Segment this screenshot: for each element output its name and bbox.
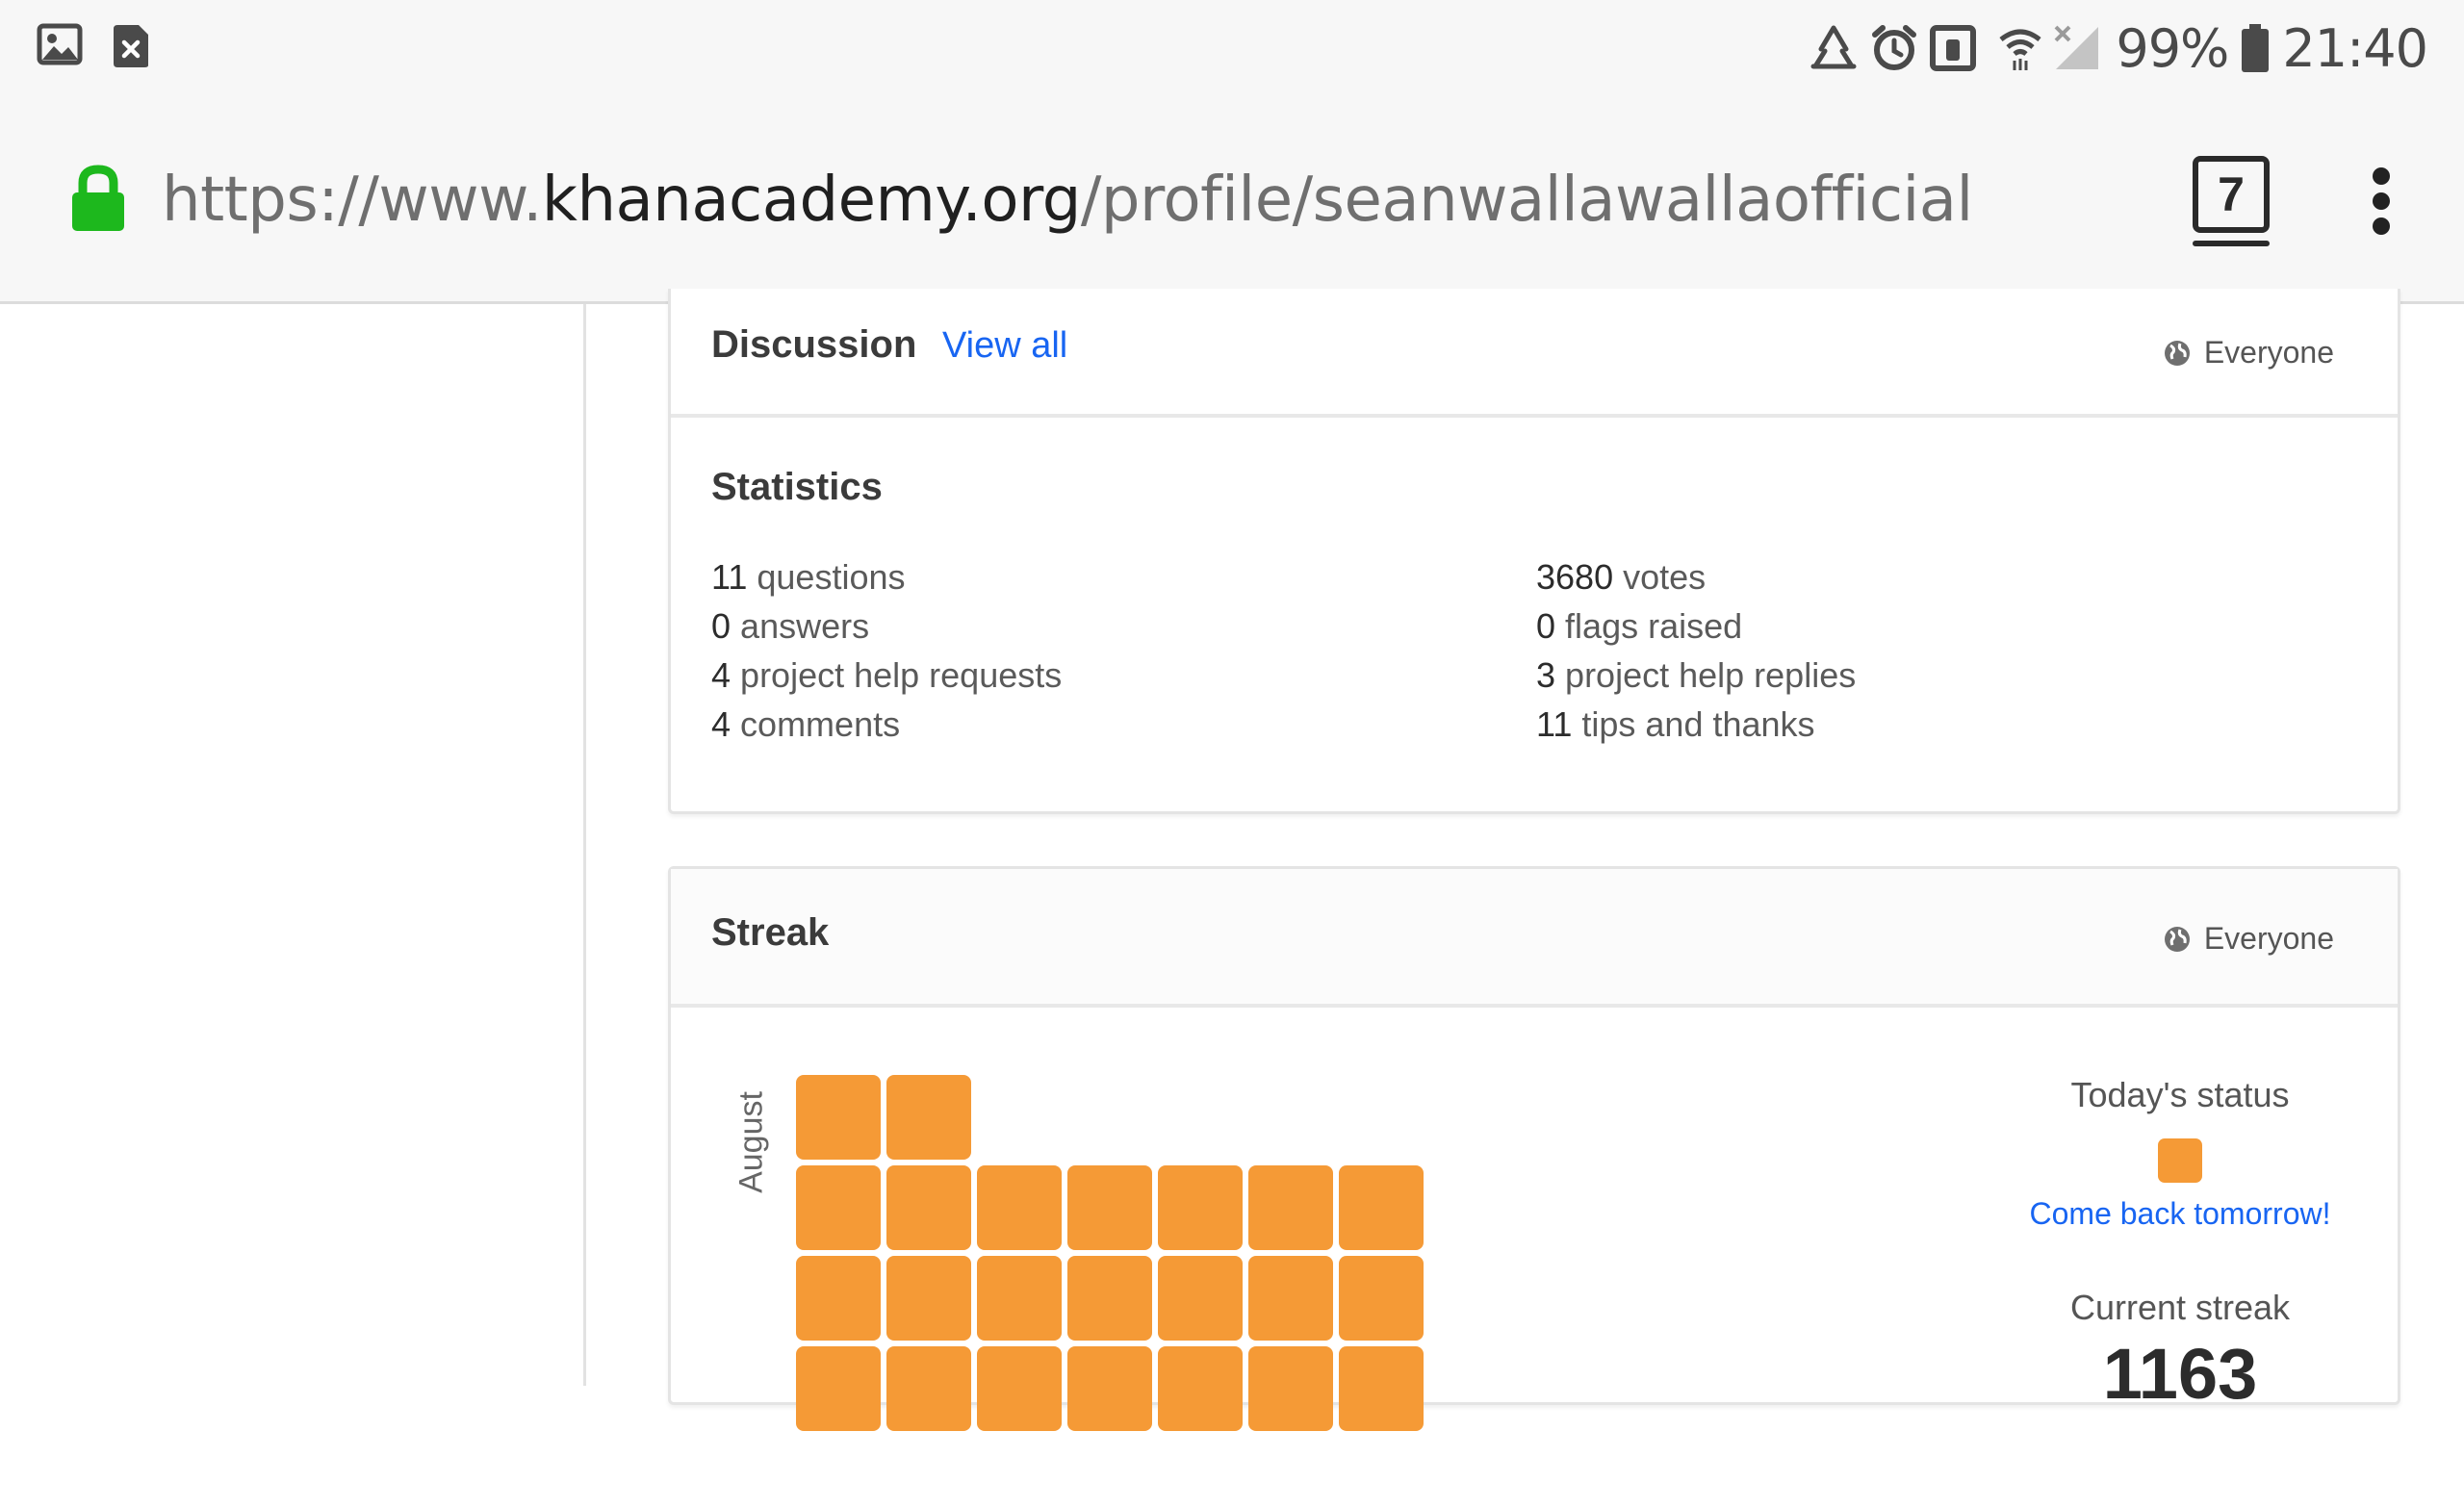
statistics-right-column: 3680 votes 0 flags raised 3 project help… <box>1536 552 1856 749</box>
streak-title: Streak <box>711 911 830 954</box>
stat-item: 4 comments <box>711 704 901 744</box>
discussion-header: Discussion View all Everyone <box>671 289 2398 418</box>
streak-calendar <box>796 1075 1431 1508</box>
streak-day-cell <box>886 1346 971 1431</box>
privacy-label: Everyone <box>2203 335 2334 370</box>
streak-day-cell <box>1158 1165 1243 1250</box>
privacy-label: Everyone <box>2203 921 2334 956</box>
stat-item: 4 project help requests <box>711 655 1063 695</box>
address-bar: https://www.khanacademy.org/profile/sean… <box>0 96 2464 304</box>
stat-item: 3 project help replies <box>1536 655 1857 695</box>
stat-item: 11 questions <box>711 557 906 597</box>
signal-icon <box>2052 23 2102 73</box>
streak-day-cell <box>977 1346 1062 1431</box>
streak-day-cell <box>1248 1346 1333 1431</box>
clock: 21:40 <box>2282 17 2428 79</box>
today-status: Today's status Come back tomorrow! Curre… <box>2026 1075 2334 1413</box>
menu-dot-icon <box>2373 167 2390 185</box>
menu-dot-icon <box>2373 217 2390 235</box>
battery-percent: 99% <box>2116 17 2229 79</box>
come-back-link[interactable]: Come back tomorrow! <box>2026 1196 2334 1232</box>
alarm-icon <box>1869 23 1919 73</box>
status-bar: 99% 21:40 <box>0 0 2464 96</box>
streak-card: Streak Everyone August Today's status Co… <box>668 866 2400 1431</box>
streak-day-cell <box>1067 1346 1152 1431</box>
gallery-icon <box>37 23 83 70</box>
streak-day-cell <box>1339 1256 1424 1341</box>
lock-icon <box>69 164 127 238</box>
wifi-icon <box>1998 24 2042 72</box>
streak-day-cell <box>796 1075 881 1160</box>
current-streak-value: 1163 <box>2102 1334 2258 1414</box>
stat-item: 0 answers <box>711 606 870 646</box>
streak-day-cell <box>1339 1165 1424 1250</box>
view-all-link[interactable]: View all <box>942 325 1067 367</box>
url-path: /profile/seanwallawallaofficial <box>1080 165 1973 236</box>
streak-day-cell <box>1339 1346 1424 1431</box>
streak-body: August Today's status Come back tomorrow… <box>671 1008 2398 1489</box>
streak-day-cell <box>796 1346 881 1431</box>
stat-item: 0 flags raised <box>1536 606 1743 646</box>
streak-day-cell <box>1067 1256 1152 1341</box>
streak-day-cell <box>1067 1165 1152 1250</box>
tab-switcher-button[interactable]: 7 <box>2193 156 2270 246</box>
privacy-setting[interactable]: Everyone <box>2164 335 2334 371</box>
discussion-card: Discussion View all Everyone Statistics … <box>668 289 2400 814</box>
stat-item: 3680 votes <box>1536 557 1707 597</box>
current-streak-label: Current streak <box>2069 1288 2291 1327</box>
globe-icon <box>2164 926 2191 953</box>
streak-day-cell <box>796 1165 881 1250</box>
privacy-setting[interactable]: Everyone <box>2164 921 2334 957</box>
streak-day-cell <box>886 1256 971 1341</box>
month-label: August <box>732 1091 770 1193</box>
battery-icon <box>2242 24 2270 72</box>
streak-day-cell <box>886 1075 971 1160</box>
overflow-menu-button[interactable] <box>2364 167 2399 235</box>
url-host: khanacademy.org <box>541 165 1081 236</box>
stat-item: 11 tips and thanks <box>1536 704 1815 744</box>
globe-icon <box>2164 340 2191 367</box>
statistics-title: Statistics <box>711 466 883 508</box>
discussion-title: Discussion <box>711 323 917 366</box>
streak-day-cell <box>1248 1165 1333 1250</box>
streak-day-cell <box>1158 1256 1243 1341</box>
streak-day-cell <box>977 1256 1062 1341</box>
url-scheme: https://www. <box>162 165 542 236</box>
sidebar-divider <box>583 304 586 1386</box>
recycle-icon <box>1808 24 1860 72</box>
file-x-icon <box>112 23 150 74</box>
menu-dot-icon <box>2373 192 2390 210</box>
todays-status-swatch <box>2158 1138 2202 1183</box>
nfc-icon <box>1929 24 1977 72</box>
streak-day-cell <box>796 1256 881 1341</box>
streak-header: Streak Everyone <box>671 869 2398 1008</box>
streak-day-cell <box>1158 1346 1243 1431</box>
streak-day-cell <box>886 1165 971 1250</box>
todays-status-label: Today's status <box>2070 1075 2290 1114</box>
streak-day-cell <box>1248 1256 1333 1341</box>
streak-day-cell <box>977 1165 1062 1250</box>
url-field[interactable]: https://www.khanacademy.org/profile/sean… <box>162 162 1973 239</box>
statistics-left-column: 11 questions 0 answers 4 project help re… <box>711 552 1062 749</box>
